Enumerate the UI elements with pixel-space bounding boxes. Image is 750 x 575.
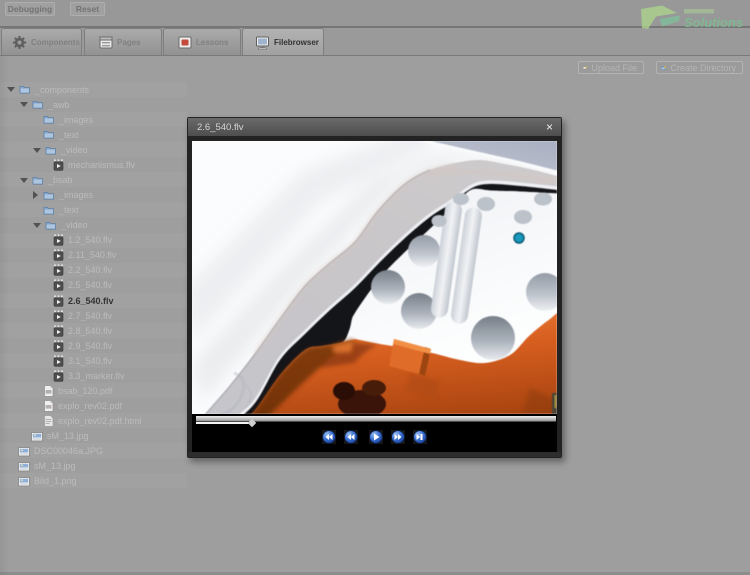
svg-text:Solutions: Solutions (684, 15, 743, 30)
